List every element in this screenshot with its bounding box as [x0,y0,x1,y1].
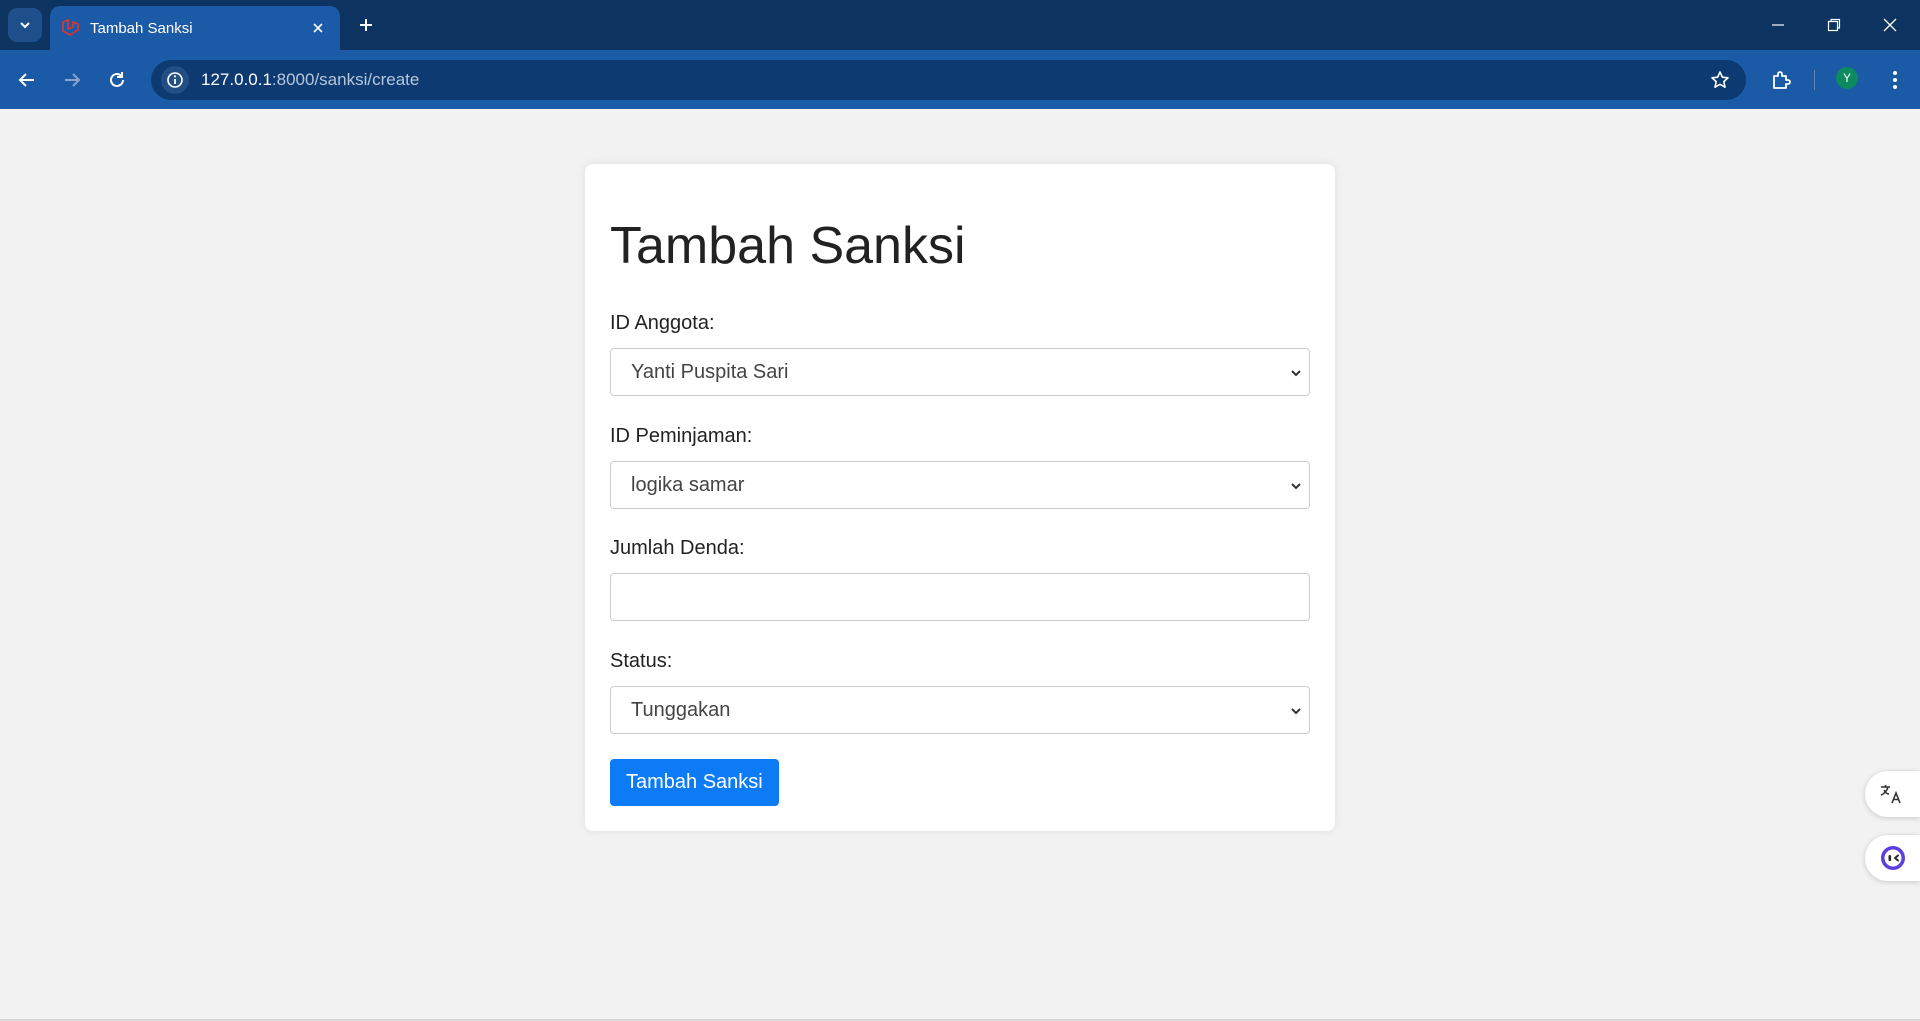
minimize-button[interactable] [1750,0,1806,50]
info-icon[interactable] [161,66,189,94]
anggota-label: ID Anggota: [610,312,715,334]
close-window-button[interactable] [1862,0,1918,50]
chevron-down-icon [1291,483,1301,490]
back-arrow-icon [18,73,34,87]
tab-search-button[interactable] [8,8,42,42]
forward-button[interactable] [55,63,89,97]
chevron-down-icon [1291,708,1301,715]
minimize-icon [1772,24,1784,26]
forward-arrow-icon [65,73,81,87]
submit-button[interactable]: Tambah Sanksi [610,759,779,806]
status-label: Status: [610,650,673,672]
status-selected-value: Tunggakan [631,698,731,721]
translate-button[interactable] [1865,771,1920,817]
status-select[interactable]: Tunggakan [610,686,1310,734]
translate-icon [1880,785,1901,804]
chevron-down-icon [20,22,30,29]
kebab-menu-icon [1893,71,1897,89]
close-icon [1883,18,1897,32]
extensions-button[interactable] [1764,63,1798,97]
url-text: 127.0.0.1:8000/sanksi/create [201,70,1706,90]
reload-icon [110,72,124,87]
anggota-selected-value: Yanti Puspita Sari [631,360,789,383]
tab-title: Tambah Sanksi [90,19,193,37]
tab-active[interactable]: Tambah Sanksi [50,6,340,50]
tab-strip: Tambah Sanksi [0,0,1920,50]
form-card: Tambah Sanksi ID Anggota: Yanti Puspita … [585,164,1335,831]
browser-toolbar: 127.0.0.1:8000/sanksi/create [0,50,1920,109]
plus-icon [360,19,372,31]
back-button[interactable] [10,63,44,97]
page-title: Tambah Sanksi [610,217,966,275]
url-host: 127.0.0.1 [201,70,272,89]
assistant-button[interactable] [1865,835,1920,881]
peminjaman-label: ID Peminjaman: [610,425,753,447]
puzzle-icon [1773,71,1791,89]
address-bar[interactable]: 127.0.0.1:8000/sanksi/create [151,60,1746,100]
peminjaman-select[interactable]: logika samar [610,461,1310,509]
denda-input[interactable] [610,573,1310,621]
star-icon[interactable] [1706,66,1734,94]
chevron-down-icon [1291,370,1301,377]
url-path: :8000/sanksi/create [271,70,420,89]
reload-button[interactable] [100,63,134,97]
profile-avatar[interactable]: Y [1836,67,1858,89]
anggota-select[interactable]: Yanti Puspita Sari [610,348,1310,396]
laravel-icon [60,18,80,38]
toolbar-divider [1814,70,1815,90]
assistant-icon [1881,846,1905,870]
peminjaman-selected-value: logika samar [631,473,745,496]
browser-menu-button[interactable] [1878,63,1912,97]
new-tab-button[interactable] [352,11,380,39]
close-icon[interactable] [308,18,328,38]
restore-button[interactable] [1806,0,1862,50]
denda-label: Jumlah Denda: [610,537,745,559]
restore-icon [1827,18,1841,32]
